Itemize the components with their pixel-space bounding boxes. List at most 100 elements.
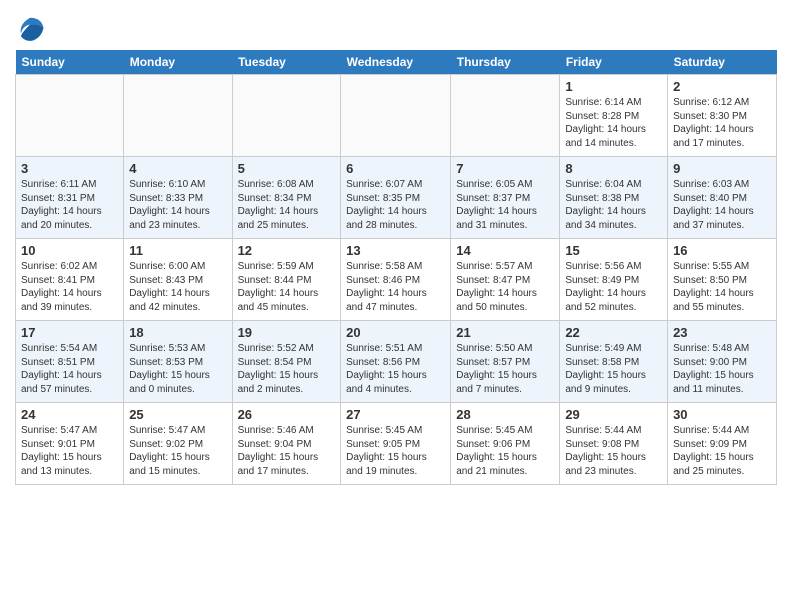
logo	[15, 14, 47, 44]
day-number: 18	[129, 325, 226, 340]
day-info: Sunrise: 5:45 AM Sunset: 9:05 PM Dayligh…	[346, 424, 445, 478]
day-info: Sunrise: 5:58 AM Sunset: 8:46 PM Dayligh…	[346, 260, 445, 314]
day-info: Sunrise: 5:47 AM Sunset: 9:01 PM Dayligh…	[21, 424, 118, 478]
day-number: 6	[346, 161, 445, 176]
day-number: 16	[673, 243, 771, 258]
day-number: 29	[565, 407, 662, 422]
day-info: Sunrise: 5:50 AM Sunset: 8:57 PM Dayligh…	[456, 342, 554, 396]
day-info: Sunrise: 5:57 AM Sunset: 8:47 PM Dayligh…	[456, 260, 554, 314]
weekday-header: Monday	[124, 50, 232, 75]
calendar-week-row: 1 Sunrise: 6:14 AM Sunset: 8:28 PM Daylig…	[16, 75, 777, 157]
calendar-day-cell	[232, 75, 341, 157]
weekday-header-row: SundayMondayTuesdayWednesdayThursdayFrid…	[16, 50, 777, 75]
day-number: 21	[456, 325, 554, 340]
day-info: Sunrise: 5:52 AM Sunset: 8:54 PM Dayligh…	[238, 342, 336, 396]
calendar-week-row: 10 Sunrise: 6:02 AM Sunset: 8:41 PM Dayli…	[16, 239, 777, 321]
calendar-day-cell: 13 Sunrise: 5:58 AM Sunset: 8:46 PM Dayli…	[341, 239, 451, 321]
calendar-day-cell: 29 Sunrise: 5:44 AM Sunset: 9:08 PM Dayli…	[560, 403, 668, 485]
calendar-day-cell: 7 Sunrise: 6:05 AM Sunset: 8:37 PM Daylig…	[451, 157, 560, 239]
calendar-day-cell: 8 Sunrise: 6:04 AM Sunset: 8:38 PM Daylig…	[560, 157, 668, 239]
day-info: Sunrise: 6:03 AM Sunset: 8:40 PM Dayligh…	[673, 178, 771, 232]
calendar-day-cell: 5 Sunrise: 6:08 AM Sunset: 8:34 PM Daylig…	[232, 157, 341, 239]
calendar-day-cell: 9 Sunrise: 6:03 AM Sunset: 8:40 PM Daylig…	[668, 157, 777, 239]
day-number: 23	[673, 325, 771, 340]
calendar-day-cell: 6 Sunrise: 6:07 AM Sunset: 8:35 PM Daylig…	[341, 157, 451, 239]
day-number: 4	[129, 161, 226, 176]
day-info: Sunrise: 6:12 AM Sunset: 8:30 PM Dayligh…	[673, 96, 771, 150]
day-info: Sunrise: 5:44 AM Sunset: 9:08 PM Dayligh…	[565, 424, 662, 478]
day-info: Sunrise: 5:56 AM Sunset: 8:49 PM Dayligh…	[565, 260, 662, 314]
day-number: 13	[346, 243, 445, 258]
calendar-day-cell: 14 Sunrise: 5:57 AM Sunset: 8:47 PM Dayli…	[451, 239, 560, 321]
day-info: Sunrise: 5:55 AM Sunset: 8:50 PM Dayligh…	[673, 260, 771, 314]
day-number: 11	[129, 243, 226, 258]
weekday-header: Thursday	[451, 50, 560, 75]
calendar-day-cell: 20Sunrise: 5:51 AM Sunset: 8:56 PM Dayli…	[341, 321, 451, 403]
day-number: 25	[129, 407, 226, 422]
day-info: Sunrise: 6:10 AM Sunset: 8:33 PM Dayligh…	[129, 178, 226, 232]
calendar-day-cell	[341, 75, 451, 157]
day-number: 15	[565, 243, 662, 258]
day-info: Sunrise: 6:07 AM Sunset: 8:35 PM Dayligh…	[346, 178, 445, 232]
day-info: Sunrise: 5:44 AM Sunset: 9:09 PM Dayligh…	[673, 424, 771, 478]
calendar-day-cell: 18Sunrise: 5:53 AM Sunset: 8:53 PM Dayli…	[124, 321, 232, 403]
day-number: 14	[456, 243, 554, 258]
calendar-day-cell: 23 Sunrise: 5:48 AM Sunset: 9:00 PM Dayli…	[668, 321, 777, 403]
calendar-day-cell: 16 Sunrise: 5:55 AM Sunset: 8:50 PM Dayli…	[668, 239, 777, 321]
day-info: Sunrise: 5:54 AM Sunset: 8:51 PM Dayligh…	[21, 342, 118, 396]
day-number: 5	[238, 161, 336, 176]
day-number: 10	[21, 243, 118, 258]
day-number: 30	[673, 407, 771, 422]
calendar-week-row: 3 Sunrise: 6:11 AM Sunset: 8:31 PM Daylig…	[16, 157, 777, 239]
weekday-header: Saturday	[668, 50, 777, 75]
calendar-day-cell: 3 Sunrise: 6:11 AM Sunset: 8:31 PM Daylig…	[16, 157, 124, 239]
calendar-day-cell: 21 Sunrise: 5:50 AM Sunset: 8:57 PM Dayli…	[451, 321, 560, 403]
page-header	[15, 10, 777, 44]
calendar-week-row: 24Sunrise: 5:47 AM Sunset: 9:01 PM Dayli…	[16, 403, 777, 485]
day-number: 3	[21, 161, 118, 176]
weekday-header: Tuesday	[232, 50, 341, 75]
calendar-day-cell: 15 Sunrise: 5:56 AM Sunset: 8:49 PM Dayli…	[560, 239, 668, 321]
calendar-day-cell: 4 Sunrise: 6:10 AM Sunset: 8:33 PM Daylig…	[124, 157, 232, 239]
day-info: Sunrise: 5:59 AM Sunset: 8:44 PM Dayligh…	[238, 260, 336, 314]
day-info: Sunrise: 6:04 AM Sunset: 8:38 PM Dayligh…	[565, 178, 662, 232]
calendar-day-cell	[451, 75, 560, 157]
day-number: 27	[346, 407, 445, 422]
calendar-table: SundayMondayTuesdayWednesdayThursdayFrid…	[15, 50, 777, 485]
day-number: 7	[456, 161, 554, 176]
day-number: 22	[565, 325, 662, 340]
weekday-header: Friday	[560, 50, 668, 75]
day-number: 12	[238, 243, 336, 258]
calendar-day-cell: 27 Sunrise: 5:45 AM Sunset: 9:05 PM Dayli…	[341, 403, 451, 485]
day-number: 8	[565, 161, 662, 176]
logo-icon	[15, 14, 45, 44]
calendar-day-cell: 10 Sunrise: 6:02 AM Sunset: 8:41 PM Dayli…	[16, 239, 124, 321]
day-number: 26	[238, 407, 336, 422]
calendar-day-cell: 12 Sunrise: 5:59 AM Sunset: 8:44 PM Dayli…	[232, 239, 341, 321]
calendar-day-cell: 11 Sunrise: 6:00 AM Sunset: 8:43 PM Dayli…	[124, 239, 232, 321]
day-number: 9	[673, 161, 771, 176]
calendar-day-cell: 17 Sunrise: 5:54 AM Sunset: 8:51 PM Dayli…	[16, 321, 124, 403]
calendar-day-cell: 30 Sunrise: 5:44 AM Sunset: 9:09 PM Dayli…	[668, 403, 777, 485]
weekday-header: Wednesday	[341, 50, 451, 75]
day-info: Sunrise: 6:00 AM Sunset: 8:43 PM Dayligh…	[129, 260, 226, 314]
day-info: Sunrise: 6:02 AM Sunset: 8:41 PM Dayligh…	[21, 260, 118, 314]
weekday-header: Sunday	[16, 50, 124, 75]
day-info: Sunrise: 5:45 AM Sunset: 9:06 PM Dayligh…	[456, 424, 554, 478]
day-number: 28	[456, 407, 554, 422]
day-info: Sunrise: 6:08 AM Sunset: 8:34 PM Dayligh…	[238, 178, 336, 232]
day-number: 17	[21, 325, 118, 340]
calendar-week-row: 17 Sunrise: 5:54 AM Sunset: 8:51 PM Dayli…	[16, 321, 777, 403]
calendar-day-cell	[16, 75, 124, 157]
day-info: Sunrise: 5:48 AM Sunset: 9:00 PM Dayligh…	[673, 342, 771, 396]
day-info: Sunrise: 6:14 AM Sunset: 8:28 PM Dayligh…	[565, 96, 662, 150]
day-info: Sunrise: 5:47 AM Sunset: 9:02 PM Dayligh…	[129, 424, 226, 478]
day-info: Sunrise: 6:05 AM Sunset: 8:37 PM Dayligh…	[456, 178, 554, 232]
day-number: 1	[565, 79, 662, 94]
calendar-day-cell: 25 Sunrise: 5:47 AM Sunset: 9:02 PM Dayli…	[124, 403, 232, 485]
day-info: Sunrise: 5:46 AM Sunset: 9:04 PM Dayligh…	[238, 424, 336, 478]
calendar-day-cell: 2 Sunrise: 6:12 AM Sunset: 8:30 PM Daylig…	[668, 75, 777, 157]
day-info: Sunrise: 6:11 AM Sunset: 8:31 PM Dayligh…	[21, 178, 118, 232]
day-number: 2	[673, 79, 771, 94]
calendar-day-cell: 28 Sunrise: 5:45 AM Sunset: 9:06 PM Dayli…	[451, 403, 560, 485]
